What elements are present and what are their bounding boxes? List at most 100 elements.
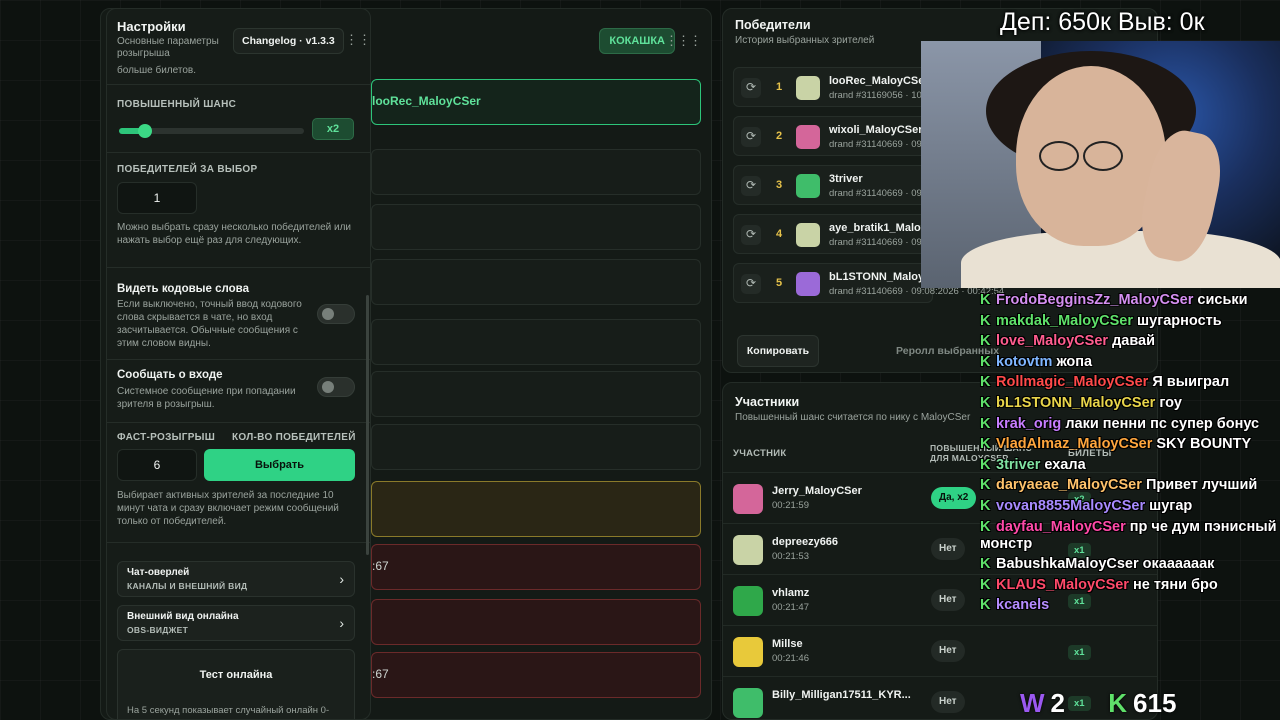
chat-overlay-title: Чат-оверлей bbox=[127, 567, 190, 578]
online-test-button[interactable]: Тест онлайна На 5 секунд показывает случ… bbox=[117, 649, 355, 719]
winner-rank: 5 bbox=[776, 277, 783, 289]
participant-avatar bbox=[733, 535, 763, 565]
chat-message: KbL1STONN_MaloyCSer гоу bbox=[980, 395, 1280, 412]
participant-time: 00:21:47 bbox=[772, 602, 809, 613]
entry-row[interactable]: :67 bbox=[371, 652, 701, 698]
participant-row[interactable]: Millse 00:21:46 Нет x1 bbox=[723, 625, 1157, 676]
tickets-note: больше билетов. bbox=[117, 65, 196, 76]
kick-badge-icon: K bbox=[980, 333, 991, 350]
report-entry-toggle[interactable] bbox=[317, 377, 355, 397]
chat-text: сиськи bbox=[1197, 292, 1248, 308]
chat-text: гоу bbox=[1159, 394, 1182, 411]
chat-text: Я выиграл bbox=[1152, 374, 1230, 391]
chat-username: kcanels bbox=[996, 597, 1050, 614]
copy-button[interactable]: Копировать bbox=[737, 335, 819, 367]
chat-message: K 3triver ехала bbox=[980, 457, 1280, 474]
participant-name: Jerry_MaloyCSer bbox=[772, 485, 862, 497]
chat-username: BabushkaMaloyCser bbox=[996, 556, 1139, 573]
settings-menu-icon[interactable]: ⋮⋮⋮ bbox=[345, 32, 370, 48]
chat-username: vovan8855MaloyCSer bbox=[996, 497, 1146, 514]
winner-row[interactable]: ⟳ 5 bL1STONN_Maloy drand #31140669 · 09:08:… bbox=[733, 263, 1004, 303]
participant-avatar bbox=[733, 586, 763, 616]
reroll-icon[interactable]: ⟳ bbox=[741, 225, 761, 245]
choose-button[interactable]: Выбрать bbox=[204, 449, 355, 481]
chat-username: kotovtm bbox=[996, 353, 1053, 370]
chat-text: ехала bbox=[1044, 456, 1086, 473]
boost-value: x2 bbox=[312, 118, 354, 140]
winner-row[interactable]: ⟳ 4 aye_bratik1_Maloy drand #31140669 · 09: bbox=[733, 214, 933, 254]
online-test-title: Тест онлайна bbox=[199, 669, 273, 681]
chevron-right-icon: › bbox=[339, 615, 344, 631]
entry-row[interactable] bbox=[371, 599, 701, 645]
panel-menu-icon[interactable]: ⋮⋮⋮ bbox=[665, 33, 702, 49]
boost-status-badge: Нет bbox=[931, 538, 965, 560]
winner-name: wixoli_MaloyCSer bbox=[829, 124, 923, 136]
participant-name: Millse bbox=[772, 638, 803, 650]
participant-name: depreezy666 bbox=[772, 536, 839, 548]
entry-name: :67 bbox=[372, 667, 389, 681]
reroll-icon[interactable]: ⟳ bbox=[741, 274, 761, 294]
winner-rank: 4 bbox=[776, 228, 783, 240]
settings-scrollbar[interactable] bbox=[366, 295, 369, 555]
entry-row[interactable] bbox=[371, 481, 701, 537]
chat-message: Kkotovtm жопа bbox=[980, 354, 1280, 371]
entry-row[interactable]: :67 bbox=[371, 544, 701, 590]
boost-slider[interactable] bbox=[119, 124, 304, 138]
chat-text: шугарность bbox=[1137, 312, 1222, 329]
chat-username: daryaeae_MaloyCSer bbox=[996, 477, 1142, 494]
reroll-icon[interactable]: ⟳ bbox=[741, 176, 761, 196]
chat-message: Kkcanels bbox=[980, 597, 1280, 614]
winner-draw-id: drand #31140669 · 09: bbox=[829, 237, 925, 248]
chat-message: K VladAlmaz_MaloyCSer SKY BOUNTY bbox=[980, 436, 1280, 453]
chat-message: K KLAUS_MaloyCSer не тяни бро bbox=[980, 577, 1280, 594]
winners-subtitle: История выбранных зрителей bbox=[735, 35, 875, 46]
boost-status-badge: Нет bbox=[931, 640, 965, 662]
chat-username: love_MaloyCSer bbox=[996, 333, 1109, 350]
fast-count-input[interactable]: 6 bbox=[117, 449, 197, 481]
winner-draw-id: drand #31140669 · 09: bbox=[829, 188, 925, 199]
winner-avatar bbox=[796, 223, 820, 247]
entry-row[interactable] bbox=[371, 204, 701, 250]
entry-row[interactable] bbox=[371, 319, 701, 365]
chat-overlay-link[interactable]: Чат-оверлей КАНАЛЫ И ВНЕШНИЙ ВИД › bbox=[117, 561, 355, 597]
winner-row[interactable]: ⟳ 2 wixoli_MaloyCSer drand #31140669 · 09: bbox=[733, 116, 933, 156]
online-appearance-link[interactable]: Внешний вид онлайна OBS-ВИДЖЕТ › bbox=[117, 605, 355, 641]
divider bbox=[107, 422, 370, 423]
boost-status-badge: Нет bbox=[931, 691, 965, 713]
chat-username: KLAUS_MaloyCSer bbox=[996, 576, 1129, 593]
changelog-button[interactable]: Changelog · v1.3.3 bbox=[233, 28, 344, 54]
participant-time: 00:21:53 bbox=[772, 551, 809, 562]
winner-row[interactable]: ⟳ 1 looRec_MaloyCSer drand #31169056 · 10: bbox=[733, 67, 933, 107]
chat-overlay-subtitle: КАНАЛЫ И ВНЕШНИЙ ВИД bbox=[127, 581, 248, 591]
chat-message: Kmakdak_MaloyCSer шугарность bbox=[980, 313, 1280, 330]
kokashka-badge[interactable]: КОКАШКА bbox=[599, 28, 675, 54]
participant-time: 00:21:59 bbox=[772, 500, 809, 511]
reroll-icon[interactable]: ⟳ bbox=[741, 127, 761, 147]
kick-badge-icon: K bbox=[980, 415, 991, 432]
code-words-toggle[interactable] bbox=[317, 304, 355, 324]
chat-username: VladAlmaz_MaloyCSer bbox=[996, 436, 1153, 453]
per-pick-help: Можно выбрать сразу несколько победителе… bbox=[117, 222, 352, 246]
boost-slider-handle[interactable] bbox=[137, 124, 152, 138]
entry-row[interactable] bbox=[371, 371, 701, 417]
per-pick-input[interactable]: 1 bbox=[117, 182, 197, 214]
entry-row[interactable] bbox=[371, 259, 701, 305]
winner-avatar bbox=[796, 76, 820, 100]
winner-rank: 3 bbox=[776, 179, 783, 191]
winner-name: 3triver bbox=[829, 173, 863, 185]
entry-row[interactable] bbox=[371, 149, 701, 195]
entry-name: looRec_MaloyCSer bbox=[372, 94, 481, 108]
chat-username: 3triver bbox=[996, 456, 1041, 473]
entry-row[interactable]: looRec_MaloyCSer bbox=[371, 79, 701, 125]
entry-row[interactable] bbox=[371, 424, 701, 470]
winner-row[interactable]: ⟳ 3 3triver drand #31140669 · 09: bbox=[733, 165, 933, 205]
kick-badge-icon: K bbox=[980, 576, 991, 593]
kick-badge-icon: K bbox=[980, 497, 991, 514]
toggle-knob bbox=[322, 308, 334, 320]
chat-username: krak_orig bbox=[996, 415, 1062, 432]
chat-text: жопа bbox=[1056, 353, 1093, 370]
col-participant: УЧАСТНИК bbox=[733, 448, 787, 459]
reroll-icon[interactable]: ⟳ bbox=[741, 78, 761, 98]
participant-avatar bbox=[733, 637, 763, 667]
chat-message: K BabushkaMaloyCser окаааааак bbox=[980, 556, 1280, 573]
